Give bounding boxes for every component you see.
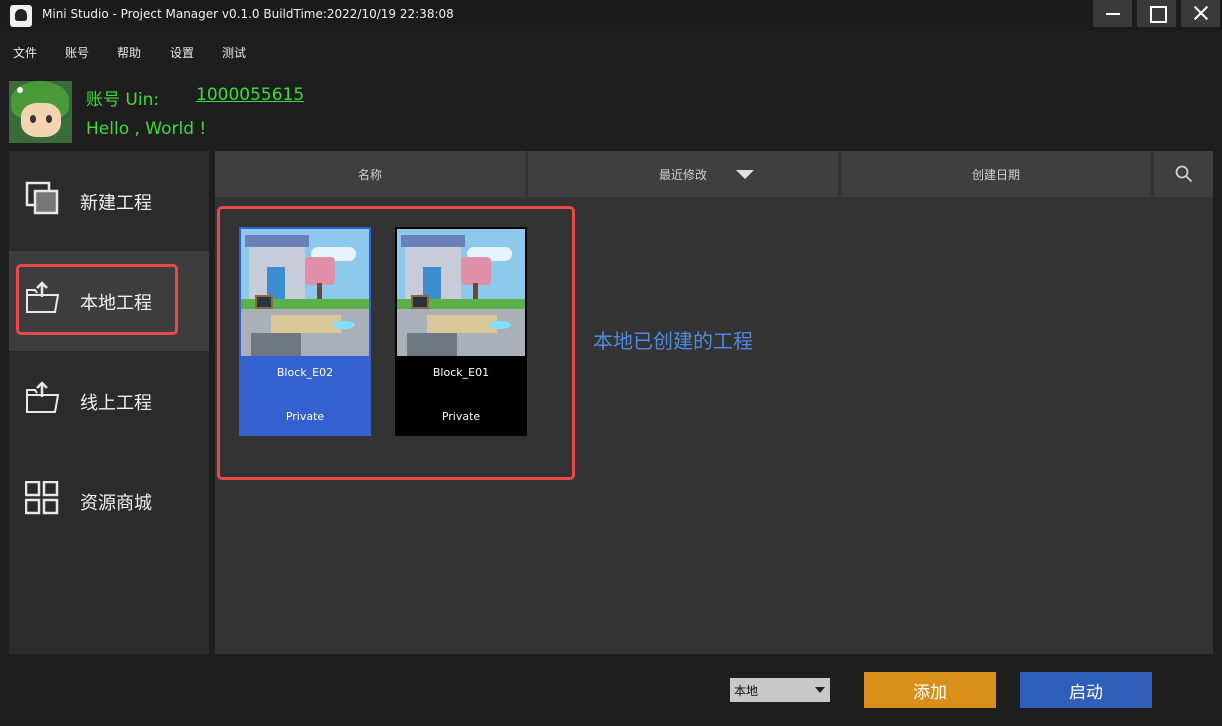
project-card[interactable]: Block_E01 Private (395, 227, 527, 436)
project-thumbnail (241, 229, 369, 356)
window-title: Mini Studio - Project Manager v0.1.0 Bui… (42, 7, 454, 21)
annotation-caption: 本地已创建的工程 (593, 329, 753, 353)
account-uin-link[interactable]: 1000055615 (196, 85, 304, 105)
sidebar-item-label: 资源商城 (80, 493, 152, 514)
project-name: Block_E01 (432, 366, 490, 379)
sidebar-item-online-project[interactable]: 线上工程 (9, 351, 209, 451)
avatar[interactable] (9, 81, 72, 143)
sort-desc-icon (736, 170, 754, 179)
sidebar-item-asset-store[interactable]: 资源商城 (9, 451, 209, 551)
project-status: Private (285, 410, 325, 423)
app-logo-icon (10, 5, 32, 27)
column-header-created[interactable]: 创建日期 (841, 151, 1151, 197)
location-select-value: 本地 (734, 684, 759, 698)
location-select[interactable]: 本地 (730, 678, 830, 702)
grid-icon (25, 481, 59, 515)
column-header-name[interactable]: 名称 (215, 151, 525, 197)
account-label: 账号 Uin: (86, 90, 160, 110)
sidebar-item-new-project[interactable]: 新建工程 (9, 151, 209, 251)
sidebar-item-label: 线上工程 (80, 393, 152, 414)
sidebar: 新建工程 本地工程 线上工程 资源商城 (9, 151, 209, 654)
sidebar-item-label: 新建工程 (80, 193, 152, 214)
title-bar: Mini Studio - Project Manager v0.1.0 Bui… (0, 0, 1222, 31)
project-status: Private (441, 410, 481, 423)
menu-bar: 文件 账号 帮助 设置 测试 (0, 38, 400, 66)
search-button[interactable] (1154, 151, 1213, 197)
column-header-modified[interactable]: 最近修改 (528, 151, 838, 197)
maximize-button[interactable] (1136, 0, 1176, 27)
chevron-down-icon (815, 687, 825, 693)
menu-help[interactable]: 帮助 (117, 44, 141, 61)
highlight-outline (16, 264, 178, 335)
menu-test[interactable]: 测试 (222, 44, 246, 61)
minimize-button[interactable] (1092, 0, 1132, 27)
sidebar-item-local-project[interactable]: 本地工程 (9, 251, 209, 351)
project-name: Block_E02 (276, 366, 334, 379)
folder-upload-icon (26, 381, 59, 413)
menu-file[interactable]: 文件 (13, 44, 37, 61)
column-header-label: 最近修改 (658, 167, 707, 182)
project-panel: 名称 最近修改 创建日期 Block_E02 Private Block_E01… (215, 151, 1213, 654)
close-button[interactable] (1180, 0, 1220, 27)
greeting-text: Hello , World ! (86, 119, 207, 139)
menu-settings[interactable]: 设置 (170, 44, 194, 61)
add-button[interactable]: 添加 (864, 672, 996, 708)
search-icon (1175, 165, 1192, 183)
menu-account[interactable]: 账号 (65, 44, 89, 61)
project-card[interactable]: Block_E02 Private (239, 227, 371, 436)
launch-button[interactable]: 启动 (1020, 672, 1152, 708)
new-project-icon (25, 181, 59, 215)
project-thumbnail (397, 229, 525, 356)
